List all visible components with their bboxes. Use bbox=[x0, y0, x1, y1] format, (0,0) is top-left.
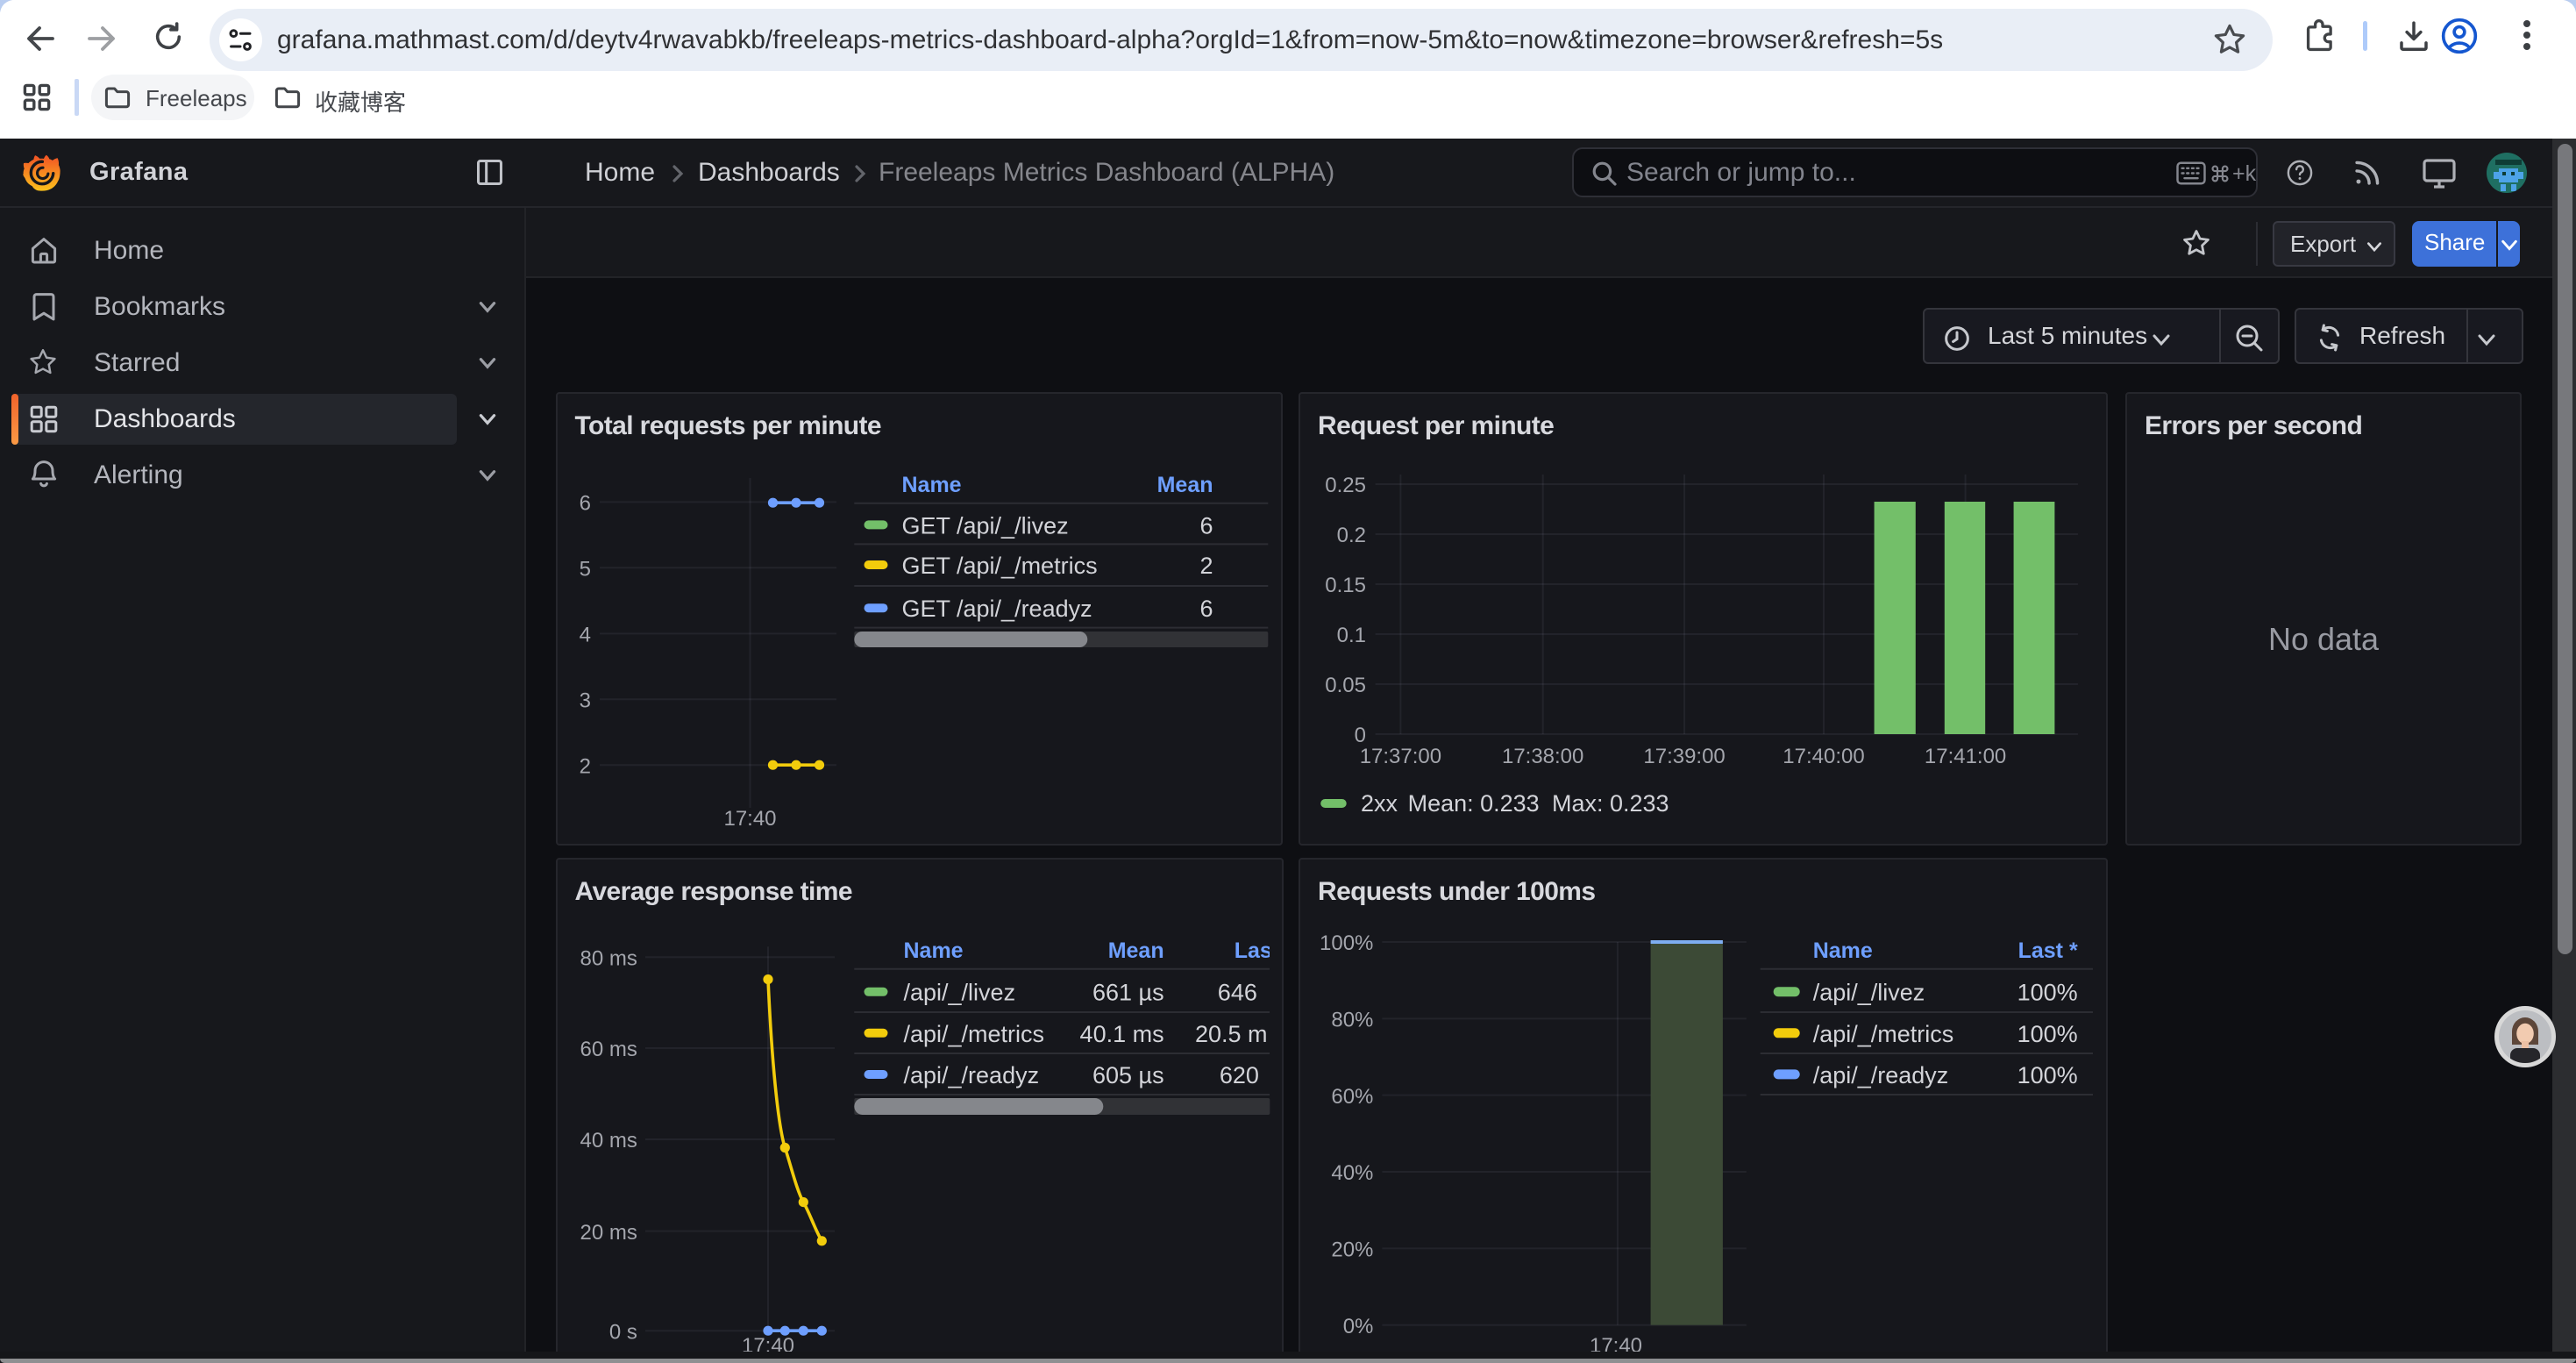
svg-text:Name: Name bbox=[901, 473, 961, 497]
svg-text:Mean: 0.233: Mean: 0.233 bbox=[1408, 790, 1540, 817]
svg-text:40.1 ms: 40.1 ms bbox=[1079, 1021, 1163, 1047]
svg-text:GET /api/_/livez: GET /api/_/livez bbox=[901, 512, 1068, 539]
svg-text:2xx: 2xx bbox=[1361, 790, 1398, 817]
svg-text:6: 6 bbox=[1199, 512, 1213, 539]
svg-text:0.15: 0.15 bbox=[1325, 574, 1366, 597]
svg-text:0.2: 0.2 bbox=[1337, 524, 1366, 547]
svg-text:Max: 0.233: Max: 0.233 bbox=[1552, 790, 1669, 817]
svg-text:0.1: 0.1 bbox=[1337, 624, 1366, 647]
svg-text:4: 4 bbox=[579, 624, 590, 647]
svg-text:646: 646 bbox=[1217, 980, 1256, 1006]
svg-text:/api/_/livez: /api/_/livez bbox=[903, 980, 1015, 1006]
svg-text:6: 6 bbox=[579, 492, 590, 516]
svg-text:No data: No data bbox=[2268, 621, 2380, 657]
svg-text:Last *: Last * bbox=[1234, 938, 1283, 963]
svg-text:/api/_/readyz: /api/_/readyz bbox=[1813, 1062, 1949, 1088]
svg-text:17:40: 17:40 bbox=[723, 807, 776, 831]
svg-text:2: 2 bbox=[579, 754, 590, 778]
svg-text:80 ms: 80 ms bbox=[580, 946, 637, 970]
svg-text:620: 620 bbox=[1219, 1062, 1258, 1088]
svg-text:Name: Name bbox=[903, 938, 963, 963]
svg-text:/api/_/metrics: /api/_/metrics bbox=[1813, 1021, 1954, 1047]
svg-text:80%: 80% bbox=[1331, 1009, 1373, 1032]
svg-text:60%: 60% bbox=[1331, 1085, 1373, 1109]
svg-text:0%: 0% bbox=[1343, 1315, 1374, 1338]
svg-text:0.05: 0.05 bbox=[1325, 674, 1366, 697]
svg-text:6: 6 bbox=[1199, 596, 1213, 622]
svg-text:2: 2 bbox=[1199, 553, 1213, 579]
svg-text:17:39:00: 17:39:00 bbox=[1643, 745, 1725, 768]
svg-text:605 µs: 605 µs bbox=[1092, 1062, 1163, 1088]
svg-text:60 ms: 60 ms bbox=[580, 1038, 637, 1061]
svg-text:0.25: 0.25 bbox=[1325, 474, 1366, 497]
svg-text:17:40:00: 17:40:00 bbox=[1783, 745, 1864, 768]
svg-text:40%: 40% bbox=[1331, 1161, 1373, 1185]
svg-text:Name: Name bbox=[1813, 938, 1873, 963]
svg-text:Mean: Mean bbox=[1156, 473, 1213, 497]
svg-text:20%: 20% bbox=[1331, 1238, 1373, 1262]
svg-text:3: 3 bbox=[579, 689, 590, 712]
svg-text:20 ms: 20 ms bbox=[580, 1221, 637, 1245]
svg-text:/api/_/readyz: /api/_/readyz bbox=[903, 1062, 1039, 1088]
svg-text:17:41:00: 17:41:00 bbox=[1925, 745, 2006, 768]
svg-text:GET /api/_/metrics: GET /api/_/metrics bbox=[901, 553, 1097, 579]
svg-text:0 s: 0 s bbox=[608, 1320, 637, 1344]
svg-text:40 ms: 40 ms bbox=[580, 1129, 637, 1152]
svg-text:100%: 100% bbox=[2017, 1021, 2078, 1047]
svg-text:100%: 100% bbox=[2017, 980, 2078, 1006]
svg-text:100%: 100% bbox=[1320, 931, 1373, 955]
svg-text:661 µs: 661 µs bbox=[1092, 980, 1163, 1006]
svg-text:5: 5 bbox=[579, 557, 590, 581]
svg-text:100%: 100% bbox=[2017, 1062, 2078, 1088]
svg-text:20.5 m: 20.5 m bbox=[1195, 1021, 1268, 1047]
svg-text:Last *: Last * bbox=[2018, 938, 2078, 963]
svg-text:/api/_/livez: /api/_/livez bbox=[1813, 980, 1925, 1006]
svg-text:/api/_/metrics: /api/_/metrics bbox=[903, 1021, 1044, 1047]
svg-text:17:38:00: 17:38:00 bbox=[1502, 745, 1583, 768]
svg-text:GET /api/_/readyz: GET /api/_/readyz bbox=[901, 596, 1092, 622]
svg-text:17:37:00: 17:37:00 bbox=[1360, 745, 1441, 768]
svg-text:Mean: Mean bbox=[1107, 938, 1163, 963]
